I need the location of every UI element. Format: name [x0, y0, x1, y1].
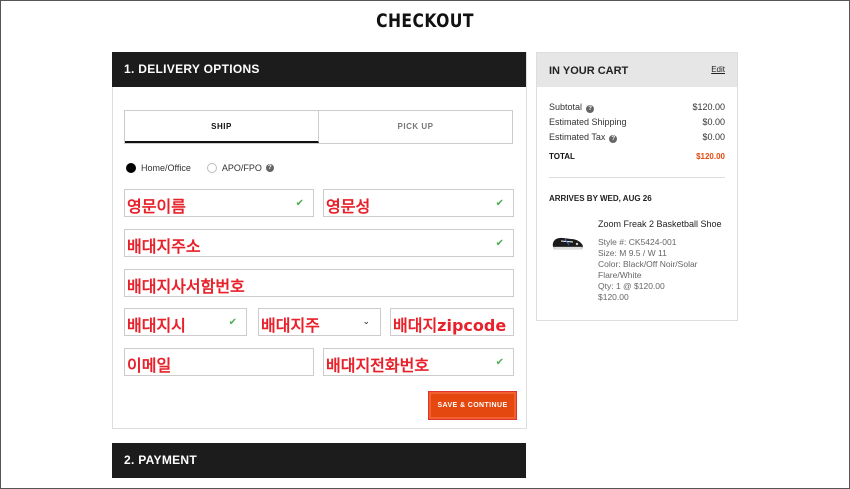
- shipping-label: Estimated Shipping: [549, 117, 627, 127]
- tax-label: Estimated Tax: [549, 132, 606, 142]
- product-details: Zoom Freak 2 Basketball Shoe Style #: CK…: [598, 219, 730, 303]
- subtotal-value: $120.00: [692, 102, 725, 112]
- address-type-radios: Home/Office APO/FPO ?: [126, 163, 290, 173]
- delivery-header[interactable]: 1. DELIVERY OPTIONS: [112, 52, 526, 87]
- product-qty: Qty: 1 @ $120.00: [598, 281, 665, 291]
- subtotal-row: Subtotal? $120.00: [549, 102, 725, 113]
- email-value: 이메일: [127, 356, 172, 376]
- address-line1-value: 배대지주소: [127, 237, 201, 257]
- check-icon: ✔: [495, 198, 504, 209]
- check-icon: ✔: [295, 198, 304, 209]
- tab-ship[interactable]: SHIP: [125, 111, 319, 143]
- first-name-value: 영문이름: [127, 197, 186, 217]
- city-field[interactable]: 배대지시 ✔: [124, 308, 247, 336]
- tax-value: $0.00: [702, 132, 725, 142]
- shipping-row: Estimated Shipping $0.00: [549, 117, 725, 127]
- product-price: $120.00: [598, 292, 629, 302]
- help-icon[interactable]: ?: [609, 135, 618, 143]
- payment-header[interactable]: 2. PAYMENT: [112, 443, 526, 478]
- cart-divider: [549, 177, 725, 178]
- shipping-value: $0.00: [702, 117, 725, 127]
- radio-selected-icon[interactable]: [126, 163, 136, 173]
- shoe-thumbnail: [552, 237, 583, 250]
- product-name[interactable]: Zoom Freak 2 Basketball Shoe: [598, 219, 730, 230]
- city-value: 배대지시: [127, 316, 186, 336]
- check-icon: ✔: [495, 238, 504, 249]
- first-name-field[interactable]: 영문이름 ✔: [124, 189, 314, 217]
- radio-apo-fpo[interactable]: APO/FPO ?: [206, 163, 274, 173]
- radio-home-office-label: Home/Office: [141, 163, 191, 173]
- product-size: Size: M 9.5 / W 11: [598, 248, 667, 258]
- tab-pickup[interactable]: PICK UP: [319, 111, 512, 143]
- page-title: CHECKOUT: [376, 10, 474, 32]
- check-icon: ✔: [495, 357, 504, 368]
- address-line1-field[interactable]: 배대지주소 ✔: [124, 229, 514, 257]
- save-continue-button[interactable]: SAVE & CONTINUE: [429, 392, 516, 419]
- state-select[interactable]: 배대지주 ⌄: [258, 308, 381, 336]
- last-name-field[interactable]: 영문성 ✔: [323, 189, 514, 217]
- total-row: TOTAL $120.00: [549, 152, 725, 161]
- tax-row: Estimated Tax? $0.00: [549, 132, 725, 143]
- subtotal-label: Subtotal: [549, 102, 583, 112]
- state-value: 배대지주: [261, 316, 320, 336]
- help-icon[interactable]: ?: [586, 105, 595, 113]
- phone-field[interactable]: 배대지전화번호 ✔: [323, 348, 514, 376]
- cart-header: IN YOUR CART Edit: [537, 53, 737, 87]
- chevron-down-icon[interactable]: ⌄: [362, 316, 370, 327]
- product-style: Style #: CK5424-001: [598, 237, 677, 247]
- arrival-date: ARRIVES BY WED, AUG 26: [549, 194, 652, 203]
- radio-home-office[interactable]: Home/Office: [126, 163, 191, 173]
- cart-title: IN YOUR CART: [549, 65, 629, 77]
- total-label: TOTAL: [549, 152, 575, 161]
- edit-cart-link[interactable]: Edit: [711, 65, 725, 74]
- product-color: Color: Black/Off Noir/Solar Flare/White: [598, 259, 698, 280]
- delivery-tabs: SHIP PICK UP: [124, 110, 513, 144]
- email-field[interactable]: 이메일: [124, 348, 314, 376]
- total-value: $120.00: [696, 152, 725, 161]
- zip-value: 배대지zipcode: [393, 316, 507, 336]
- address-line2-value: 배대지사서함번호: [127, 277, 245, 297]
- check-icon: ✔: [228, 317, 237, 328]
- address-line2-field[interactable]: 배대지사서함번호: [124, 269, 514, 297]
- zip-field[interactable]: 배대지zipcode: [390, 308, 514, 336]
- last-name-value: 영문성: [326, 197, 371, 217]
- radio-apo-fpo-label: APO/FPO: [221, 163, 262, 173]
- cart-panel: IN YOUR CART Edit Subtotal? $120.00 Esti…: [536, 52, 738, 321]
- radio-unselected-icon[interactable]: [206, 163, 217, 173]
- phone-value: 배대지전화번호: [326, 356, 430, 376]
- help-icon[interactable]: ?: [265, 164, 274, 172]
